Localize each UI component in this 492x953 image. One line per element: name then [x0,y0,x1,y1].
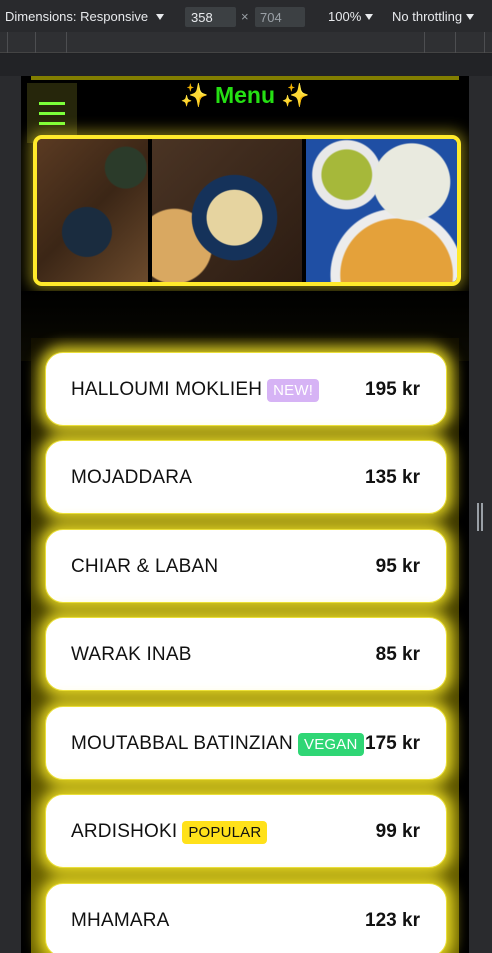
dimensions-label: Dimensions: Responsive [5,9,149,24]
menu-item[interactable]: WARAK INAB 85 kr [45,617,447,691]
chevron-down-icon [466,13,475,20]
height-input[interactable] [255,7,305,27]
zoom-dropdown[interactable]: 100% [328,9,374,24]
ruler-marker [7,32,8,53]
menu-item-name-wrap: CHIAR & LABAN [71,530,218,604]
menu-item-name: MHAMARA [71,910,170,931]
width-input[interactable] [185,7,236,27]
chevron-down-icon [156,13,165,20]
food-photo [306,139,457,282]
menu-item-price: 123 kr [365,910,420,931]
dimensions-dropdown[interactable]: Dimensions: Responsive [5,9,165,24]
throttling-label: No throttling [392,9,463,24]
menu-item-name-wrap: MHAMARA [71,884,170,953]
menu-item-price: 135 kr [365,467,420,488]
menu-item[interactable]: MOUTABBAL BATINZIAN VEGAN 175 kr [45,706,447,780]
throttling-dropdown[interactable]: No throttling [392,9,475,24]
page-title: ✨ Menu ✨ [21,82,469,109]
menu-item-name-wrap: MOJADDARA [71,441,192,515]
menu-item-name: MOJADDARA [71,467,193,488]
sparkle-icon: ✨ [281,82,311,108]
sparkle-icon: ✨ [179,82,209,108]
food-photo-gallery [33,135,461,286]
resize-handle[interactable] [477,503,483,531]
ruler-marker [455,32,456,53]
menu-item-name: ARDISHOKI [71,821,178,842]
top-accent-strip [31,76,459,80]
ruler-marker [484,32,485,53]
menu-item-price: 195 kr [365,379,420,400]
menu-item-name-wrap: HALLOUMI MOKLIEH NEW! [71,353,320,427]
device-viewport: ✨ Menu ✨ HALLOUMI MOKLIEH NEW! 195 kr MO… [21,76,469,953]
left-gutter [0,76,21,953]
dimension-separator: × [241,9,249,24]
ruler-marker [66,32,67,53]
menu-item-name: HALLOUMI MOKLIEH [71,379,263,400]
page-title-text: Menu [214,82,276,108]
menu-item[interactable]: MHAMARA 123 kr [45,883,447,953]
toolbar-spacer [0,54,492,76]
menu-list: HALLOUMI MOKLIEH NEW! 195 kr MOJADDARA 1… [31,338,459,953]
menu-item-name: CHIAR & LABAN [71,556,219,577]
food-photo [152,139,302,282]
hamburger-line [39,121,65,125]
menu-item-name: MOUTABBAL BATINZIAN [71,733,293,754]
menu-item-price: 95 kr [375,556,420,577]
hamburger-line [39,111,65,115]
new-badge: NEW! [267,378,320,402]
menu-item-price: 85 kr [375,644,420,665]
menu-item-name-wrap: ARDISHOKI POPULAR [71,795,268,869]
vegan-badge: VEGAN [297,732,364,756]
food-photo [37,139,148,282]
hamburger-menu-button[interactable] [27,83,77,143]
menu-item[interactable]: HALLOUMI MOKLIEH NEW! 195 kr [45,352,447,426]
zoom-label: 100% [328,9,362,24]
menu-item-name-wrap: MOUTABBAL BATINZIAN VEGAN [71,707,364,781]
media-query-ruler[interactable] [0,32,492,53]
menu-item[interactable]: CHIAR & LABAN 95 kr [45,529,447,603]
menu-item-price: 99 kr [375,821,420,842]
menu-item[interactable]: ARDISHOKI POPULAR 99 kr [45,794,447,868]
devtools-device-toolbar: Dimensions: Responsive × 100% No throttl… [0,0,492,32]
menu-item-price: 175 kr [365,733,420,754]
hamburger-line [39,101,65,105]
popular-badge: POPULAR [182,820,268,844]
chevron-down-icon [365,13,374,20]
menu-item-name-wrap: WARAK INAB [71,618,192,692]
ruler-marker [424,32,425,53]
menu-item[interactable]: MOJADDARA 135 kr [45,440,447,514]
menu-item-name: WARAK INAB [71,644,192,665]
ruler-marker [35,32,36,53]
